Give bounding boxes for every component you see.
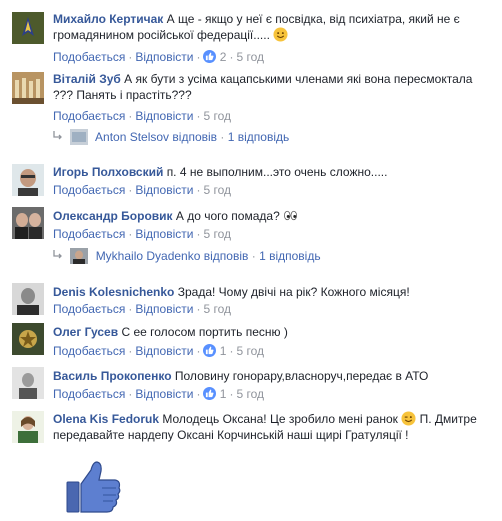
comment-time[interactable]: 5 год [203, 227, 231, 241]
comment-time[interactable]: 5 год [203, 183, 231, 197]
comment-time[interactable]: 5 год [236, 344, 264, 358]
eyes-emoji-icon [284, 210, 298, 221]
like-link[interactable]: Подобається [53, 183, 125, 197]
like-link[interactable]: Подобається [53, 387, 125, 401]
like-link[interactable]: Подобається [53, 50, 125, 64]
like-reaction-icon[interactable] [203, 50, 217, 63]
comment-text: А до чого помада? [175, 209, 280, 223]
smile-emoji-icon [273, 27, 288, 42]
reaction-count[interactable]: 1 [220, 344, 227, 358]
reply-avatar [70, 248, 89, 264]
reply-link[interactable]: Відповісти [135, 109, 193, 123]
reply-link[interactable]: Відповісти [135, 183, 193, 197]
wink-emoji-icon [401, 411, 416, 426]
reply-link[interactable]: Відповісти [135, 50, 193, 64]
view-replies[interactable]: Mykhailo Dyadenko відповів · 1 відповідь [53, 248, 321, 264]
reply-link[interactable]: Відповісти [135, 227, 193, 241]
comment-text: Молодець Оксана! Це зробило мені ранок [162, 412, 398, 426]
comment-author[interactable]: Игорь Полховский [53, 165, 163, 179]
comment-time[interactable]: 5 год [203, 109, 231, 123]
comment-author[interactable]: Denis Kolesnichenko [53, 285, 174, 299]
reply-link[interactable]: Відповісти [135, 344, 193, 358]
comment-text: С ее голосом портить песню ) [121, 325, 288, 339]
like-link[interactable]: Подобається [53, 344, 125, 358]
reaction-count[interactable]: 1 [220, 387, 227, 401]
like-link[interactable]: Подобається [53, 227, 125, 241]
reply-author[interactable]: Anton Stelsov [95, 130, 169, 144]
like-link[interactable]: Подобається [53, 302, 125, 316]
comment-text: п. 4 не выполним...это очень сложно..... [166, 165, 388, 179]
like-link[interactable]: Подобається [53, 109, 125, 123]
reply-avatar [70, 129, 89, 145]
avatar[interactable] [12, 323, 44, 355]
avatar[interactable] [12, 283, 44, 315]
avatar[interactable] [12, 72, 44, 104]
comment-author[interactable]: Василь Прокопенко [53, 369, 172, 383]
like-reaction-icon[interactable] [203, 344, 217, 357]
view-replies[interactable]: Anton Stelsov відповів · 1 відповідь [53, 129, 289, 145]
comment-time[interactable]: 5 год [236, 387, 264, 401]
avatar[interactable] [12, 367, 44, 399]
comment-author[interactable]: Віталій Зуб [53, 72, 121, 86]
comment-text: Половину гонорару,власноруч,передає в АТ… [174, 369, 429, 383]
reply-arrow-icon [53, 129, 67, 145]
reply-link[interactable]: Відповісти [135, 302, 193, 316]
reply-count[interactable]: 1 відповідь [228, 130, 290, 144]
avatar[interactable] [12, 12, 44, 44]
comment-author[interactable]: Михайло Кертичак [53, 12, 163, 26]
avatar[interactable] [12, 164, 44, 196]
comment-author[interactable]: Олександр Боровик [53, 209, 173, 223]
avatar[interactable] [12, 411, 44, 443]
thumbs-up-icon [66, 458, 122, 514]
avatar[interactable] [12, 207, 44, 239]
reply-verb: відповів [203, 249, 249, 263]
reply-count[interactable]: 1 відповідь [259, 249, 321, 263]
like-reaction-icon[interactable] [203, 387, 217, 400]
reaction-count[interactable]: 2 [220, 50, 227, 64]
comment-text: Зрада! Чому двічі на рік? Кожного місяця… [177, 285, 410, 299]
comment-author[interactable]: Olena Kis Fedoruk [53, 412, 159, 426]
reply-link[interactable]: Відповісти [135, 387, 193, 401]
reply-verb: відповів [172, 130, 218, 144]
comment-time[interactable]: 5 год [236, 50, 264, 64]
reply-arrow-icon [53, 248, 67, 264]
reply-author[interactable]: Mykhailo Dyadenko [96, 249, 201, 263]
comment-author[interactable]: Олег Гусев [53, 325, 118, 339]
comment-time[interactable]: 5 год [203, 302, 231, 316]
